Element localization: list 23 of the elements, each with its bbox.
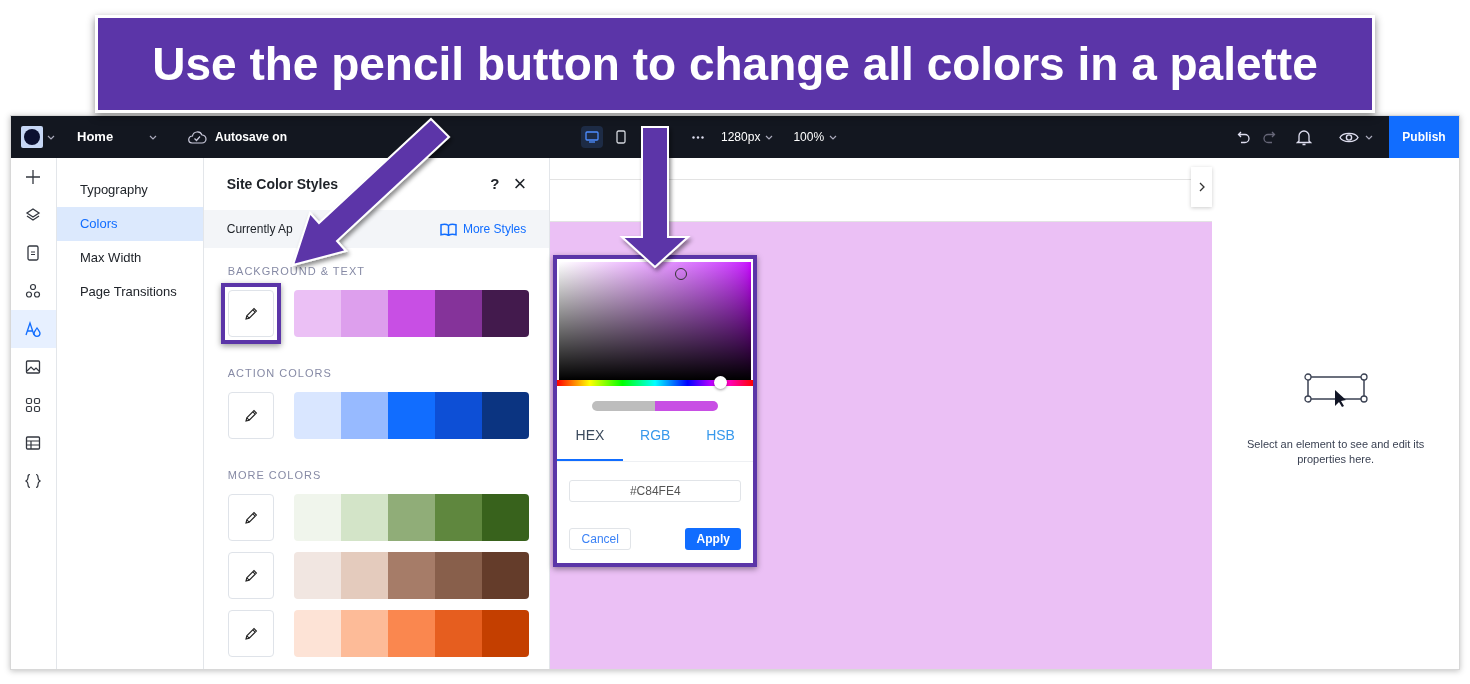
- close-button[interactable]: ×: [513, 173, 527, 195]
- applied-label: Currently Ap: [226, 221, 293, 238]
- menu-item[interactable]: Page Transitions: [56, 275, 203, 309]
- publish-button[interactable]: Publish: [1389, 116, 1459, 158]
- hex-input-field[interactable]: #C84FE4: [569, 480, 742, 502]
- empty-state-message: Select an element to see and edit its properties here.: [1246, 437, 1426, 467]
- more-styles-link[interactable]: More Styles: [439, 220, 527, 238]
- zoom-dropdown[interactable]: 100%: [793, 128, 838, 146]
- cancel-button[interactable]: Cancel: [569, 528, 632, 550]
- help-button[interactable]: ?: [490, 172, 500, 196]
- section-label: MORE COLORS: [227, 469, 322, 482]
- section-label: ACTION COLORS: [227, 367, 332, 380]
- apply-button[interactable]: Apply: [685, 528, 742, 550]
- menu-item[interactable]: Typography: [56, 173, 203, 207]
- autosave-status: Autosave on: [215, 129, 287, 146]
- page-dropdown[interactable]: Home: [77, 127, 157, 147]
- format-tab[interactable]: HEX: [557, 411, 623, 461]
- panel-title: Site Color Styles: [226, 174, 338, 194]
- menu-item[interactable]: Max Width: [56, 241, 203, 275]
- menu-item[interactable]: Colors: [56, 207, 203, 241]
- section-label: BACKGROUND & TEXT: [227, 265, 365, 278]
- width-dropdown[interactable]: 1280px: [721, 128, 774, 146]
- title-banner: Use the pencil button to change all colors in a palette: [95, 15, 1375, 113]
